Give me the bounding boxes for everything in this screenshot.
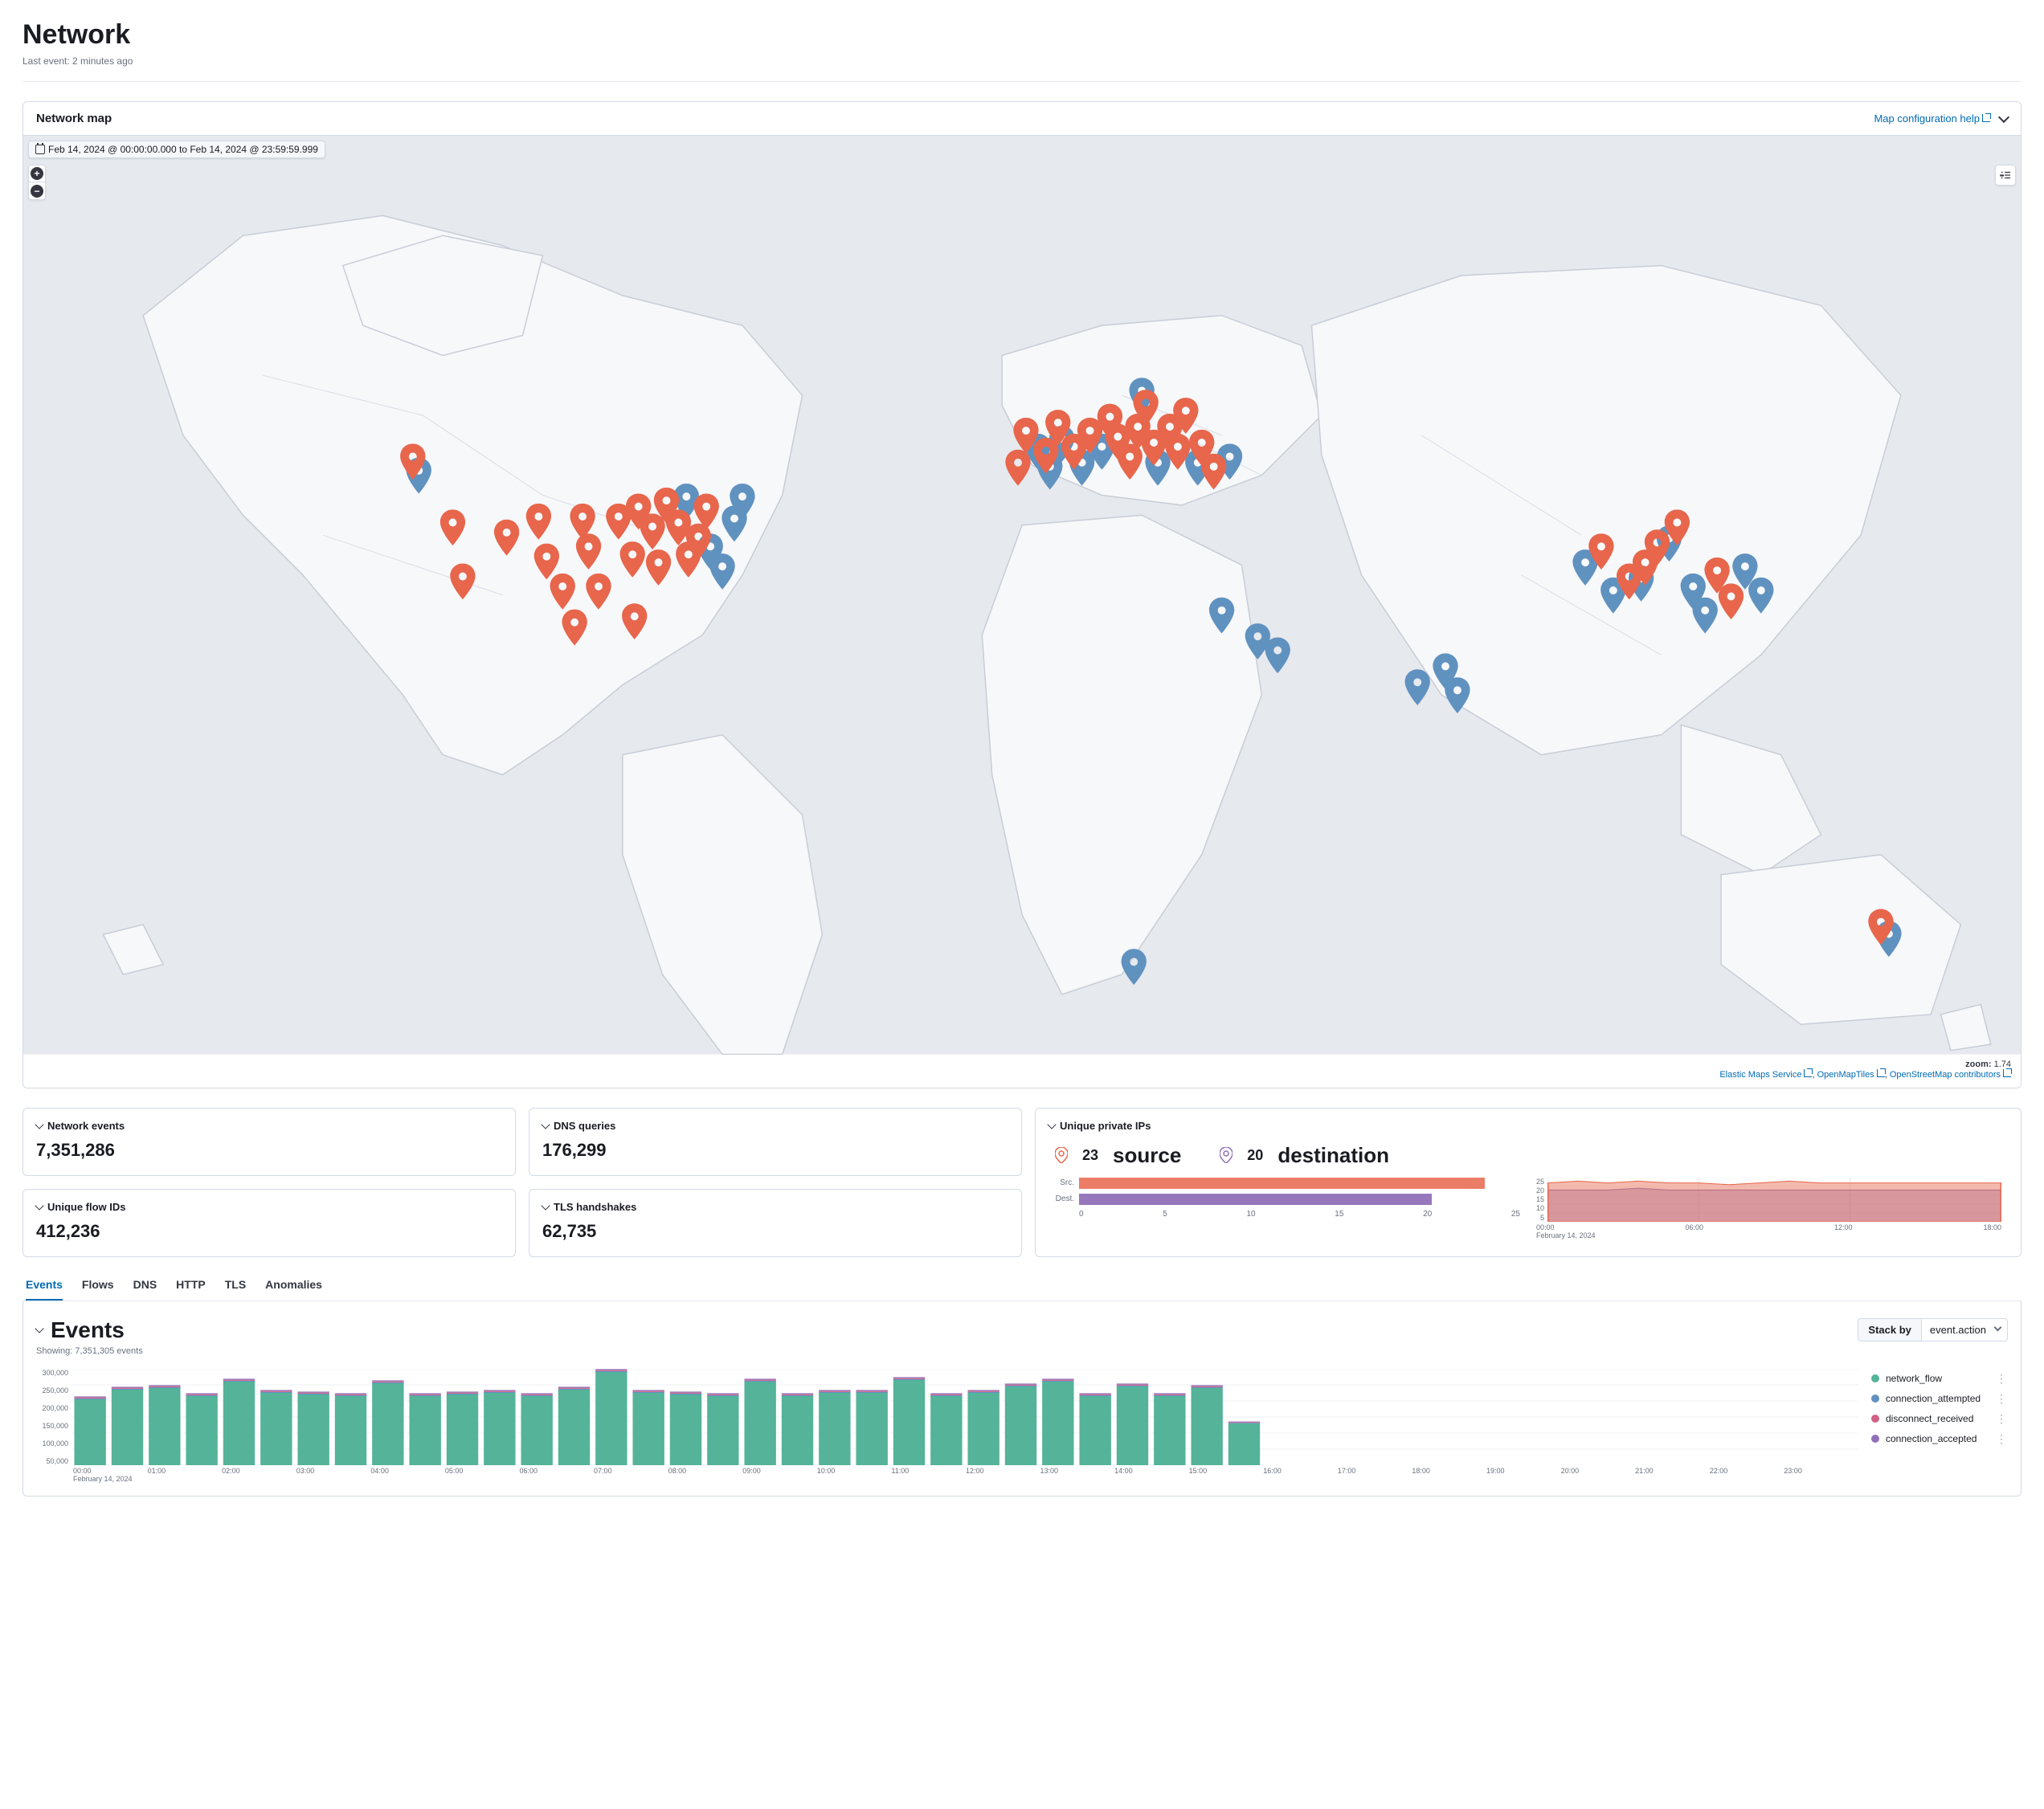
pin-destination-icon (1220, 1147, 1233, 1163)
last-event-label: Last event: 2 minutes ago (22, 55, 2022, 67)
tab-dns[interactable]: DNS (133, 1270, 157, 1301)
panel-header: Network map Map configuration help (23, 102, 2021, 136)
events-legend: network_flow⋮connection_attempted⋮discon… (1871, 1369, 2008, 1483)
stack-by-control: Stack by event.action (1858, 1318, 2008, 1341)
unique-flow-ids-panel: Unique flow IDs 412,236 (22, 1189, 516, 1257)
chevron-down-icon[interactable] (35, 1120, 43, 1129)
pin-source-icon (1055, 1147, 1068, 1163)
chevron-down-icon[interactable] (35, 1201, 43, 1210)
tabs-row: Events Flows DNS HTTP TLS Anomalies (22, 1270, 2022, 1301)
external-link-icon (1877, 1069, 1885, 1077)
openmaptiles-link[interactable]: OpenMapTiles (1817, 1070, 1885, 1080)
destination-ip-count: 20 (1247, 1147, 1263, 1164)
zoom-out-button[interactable]: − (28, 182, 46, 200)
chevron-down-icon[interactable] (35, 1324, 43, 1333)
map-layers-button[interactable] (1995, 165, 2016, 186)
tab-events[interactable]: Events (26, 1270, 63, 1301)
zoom-controls: + − (28, 165, 46, 200)
source-ip-block: 23 source (1055, 1143, 1181, 1168)
legend-item-disconnect_received[interactable]: disconnect_received⋮ (1871, 1409, 2008, 1429)
chevron-down-icon[interactable] (1998, 111, 2009, 122)
tab-flows[interactable]: Flows (82, 1270, 114, 1301)
events-histogram: 300,000250,000200,000150,000100,00050,00… (36, 1369, 1858, 1483)
date-range-badge[interactable]: Feb 14, 2024 @ 00:00:00.000 to Feb 14, 2… (28, 141, 325, 158)
maps-service-link[interactable]: Elastic Maps Service (1719, 1070, 1812, 1080)
dns-queries-panel: DNS queries 176,299 (529, 1108, 1022, 1176)
ip-area-chart: 252015105 00:0006:0012:0018:00 February … (1536, 1178, 2001, 1234)
more-icon[interactable]: ⋮ (1996, 1432, 2008, 1446)
network-events-panel: Network events 7,351,286 (22, 1108, 516, 1176)
unique-flow-ids-value: 412,236 (36, 1221, 502, 1242)
events-panel: Events Stack by event.action Showing: 7,… (22, 1301, 2022, 1497)
events-title: Events (51, 1317, 125, 1343)
tls-handshakes-panel: TLS handshakes 62,735 (529, 1189, 1022, 1257)
chevron-down-icon[interactable] (541, 1120, 550, 1129)
network-events-value: 7,351,286 (36, 1140, 502, 1161)
network-map-panel: Network map Map configuration help Feb 1… (22, 101, 2022, 1088)
external-link-icon (2003, 1069, 2011, 1077)
stack-by-label: Stack by (1858, 1318, 1921, 1341)
osm-link[interactable]: OpenStreetMap contributors (1890, 1070, 2011, 1080)
tab-anomalies[interactable]: Anomalies (265, 1270, 322, 1301)
map-help-link[interactable]: Map configuration help (1874, 112, 1990, 125)
legend-item-connection_accepted[interactable]: connection_accepted⋮ (1871, 1429, 2008, 1449)
legend-item-network_flow[interactable]: network_flow⋮ (1871, 1369, 2008, 1389)
external-link-icon (1804, 1069, 1812, 1077)
divider (22, 81, 2022, 82)
map-footer: zoom: 1.74 Elastic Maps Service, OpenMap… (23, 1055, 2021, 1088)
chevron-down-icon (1994, 1324, 2002, 1332)
destination-ip-label: destination (1278, 1143, 1389, 1168)
destination-ip-block: 20 destination (1220, 1143, 1389, 1168)
legend-item-connection_attempted[interactable]: connection_attempted⋮ (1871, 1389, 2008, 1409)
external-link-icon (1982, 114, 1990, 122)
tls-handshakes-value: 62,735 (542, 1221, 1008, 1242)
date-range-text: Feb 14, 2024 @ 00:00:00.000 to Feb 14, 2… (48, 144, 318, 155)
calendar-icon (35, 145, 45, 154)
stack-by-select[interactable]: event.action (1922, 1318, 2008, 1341)
stats-row: Network events 7,351,286 Unique flow IDs… (22, 1108, 2022, 1257)
zoom-in-button[interactable]: + (28, 165, 46, 182)
more-icon[interactable]: ⋮ (1996, 1392, 2008, 1406)
unique-private-ips-panel: Unique private IPs 23 source 20 destinat… (1035, 1108, 2022, 1257)
chevron-down-icon[interactable] (541, 1201, 550, 1210)
events-showing: Showing: 7,351,305 events (36, 1346, 2008, 1356)
chevron-down-icon[interactable] (1047, 1120, 1056, 1129)
source-ip-count: 23 (1082, 1147, 1098, 1164)
source-ip-label: source (1113, 1143, 1181, 1168)
src-dst-bar-chart: Src.Dest.0510152025 (1055, 1178, 1520, 1234)
page-title: Network (22, 19, 2022, 51)
tab-http[interactable]: HTTP (176, 1270, 206, 1301)
more-icon[interactable]: ⋮ (1996, 1412, 2008, 1426)
tab-tls[interactable]: TLS (225, 1270, 246, 1301)
map-title: Network map (36, 112, 112, 125)
more-icon[interactable]: ⋮ (1996, 1372, 2008, 1386)
world-map[interactable] (23, 136, 2021, 1055)
map-container[interactable]: Feb 14, 2024 @ 00:00:00.000 to Feb 14, 2… (23, 136, 2021, 1088)
dns-queries-value: 176,299 (542, 1140, 1008, 1161)
